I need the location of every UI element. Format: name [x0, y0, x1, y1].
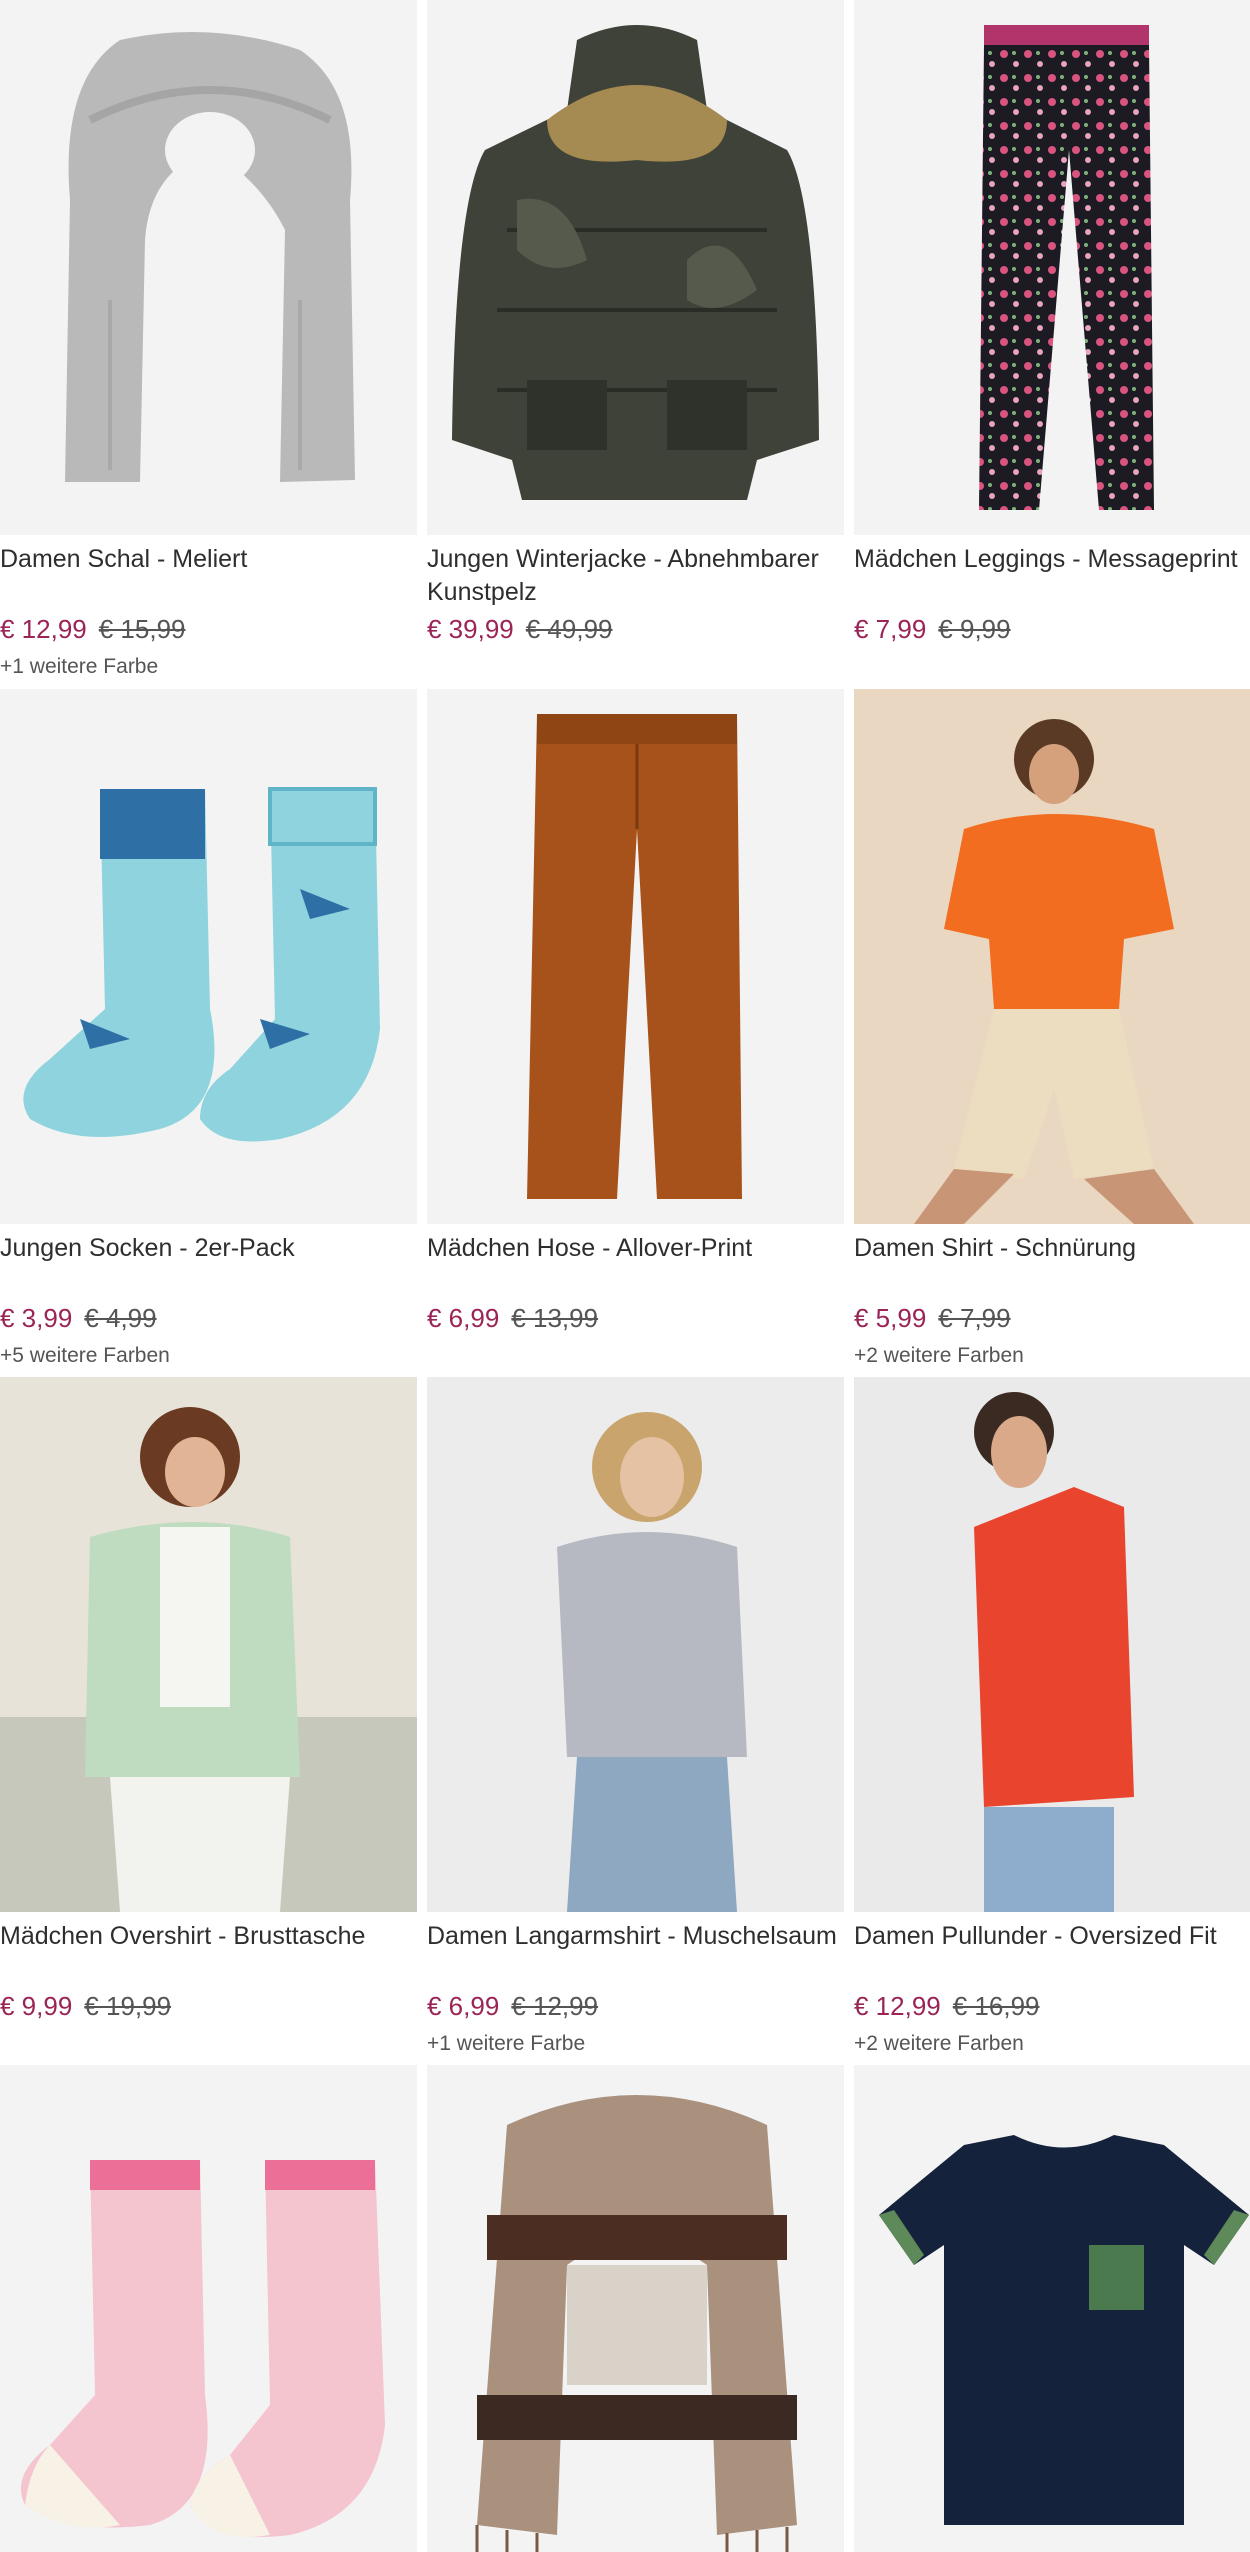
- product-image[interactable]: [427, 1377, 844, 1912]
- old-price: € 13,99: [511, 1303, 599, 1333]
- product-title[interactable]: Damen Schal - Meliert: [0, 543, 417, 576]
- current-price: € 12,99: [0, 614, 87, 644]
- price-block: € 9,99 € 19,99: [0, 1990, 171, 2022]
- trousers-icon: [527, 714, 742, 1199]
- more-colors-label[interactable]: +2 weitere Farben: [854, 1343, 1024, 1369]
- product-title[interactable]: Damen Pullunder - Oversized Fit: [854, 1920, 1250, 1953]
- price-block: € 5,99 € 7,99: [854, 1302, 1011, 1334]
- model-photo-icon: [0, 1377, 417, 1912]
- scarf-icon: [65, 32, 355, 482]
- model-photo-icon: [854, 689, 1250, 1224]
- old-price: € 4,99: [84, 1303, 157, 1333]
- product-title[interactable]: Jungen Socken - 2er-Pack: [0, 1232, 417, 1265]
- product-image[interactable]: [427, 0, 844, 535]
- price-block: € 3,99 € 4,99: [0, 1302, 157, 1334]
- product-title[interactable]: Mädchen Leggings - Messageprint: [854, 543, 1250, 576]
- scarf-icon: [475, 2095, 797, 2552]
- product-image[interactable]: [854, 1377, 1250, 1912]
- product-image[interactable]: [854, 689, 1250, 1224]
- current-price: € 3,99: [0, 1303, 73, 1333]
- product-image[interactable]: [854, 2065, 1250, 2552]
- current-price: € 39,99: [427, 614, 514, 644]
- more-colors-label[interactable]: +1 weitere Farbe: [427, 2031, 585, 2057]
- model-photo-icon: [854, 1377, 1250, 1912]
- product-image[interactable]: [0, 0, 417, 535]
- current-price: € 9,99: [0, 1991, 73, 2021]
- old-price: € 49,99: [525, 614, 613, 644]
- current-price: € 7,99: [854, 614, 927, 644]
- product-image[interactable]: [0, 689, 417, 1224]
- old-price: € 15,99: [98, 614, 186, 644]
- old-price: € 12,99: [511, 1991, 599, 2021]
- current-price: € 6,99: [427, 1303, 500, 1333]
- leggings-icon: [979, 25, 1154, 510]
- product-image[interactable]: [854, 0, 1250, 535]
- product-image[interactable]: [427, 689, 844, 1224]
- more-colors-label[interactable]: +1 weitere Farbe: [0, 654, 158, 680]
- more-colors-label[interactable]: +5 weitere Farben: [0, 1343, 170, 1369]
- socks-icon: [23, 787, 380, 1142]
- current-price: € 12,99: [854, 1991, 941, 2021]
- product-image[interactable]: [0, 2065, 417, 2552]
- price-block: € 6,99 € 13,99: [427, 1302, 598, 1334]
- product-title[interactable]: Damen Shirt - Schnürung: [854, 1232, 1250, 1265]
- jacket-icon: [452, 25, 819, 500]
- more-colors-label[interactable]: +2 weitere Farben: [854, 2031, 1024, 2057]
- old-price: € 16,99: [952, 1991, 1040, 2021]
- product-title[interactable]: Mädchen Hose - Allover-Print: [427, 1232, 844, 1265]
- price-block: € 6,99 € 12,99: [427, 1990, 598, 2022]
- product-image[interactable]: [427, 2065, 844, 2552]
- product-title[interactable]: Jungen Winterjacke - Abnehmbarer Kunstpe…: [427, 543, 844, 609]
- old-price: € 9,99: [938, 614, 1011, 644]
- product-image[interactable]: [0, 1377, 417, 1912]
- price-block: € 7,99 € 9,99: [854, 613, 1011, 645]
- old-price: € 19,99: [84, 1991, 172, 2021]
- tshirt-icon: [879, 2135, 1249, 2525]
- product-title[interactable]: Damen Langarmshirt - Muschelsaum: [427, 1920, 844, 1953]
- socks-icon: [20, 2160, 385, 2537]
- model-photo-icon: [427, 1377, 844, 1912]
- current-price: € 6,99: [427, 1991, 500, 2021]
- old-price: € 7,99: [938, 1303, 1011, 1333]
- current-price: € 5,99: [854, 1303, 927, 1333]
- price-block: € 12,99 € 16,99: [854, 1990, 1040, 2022]
- product-title[interactable]: Mädchen Overshirt - Brusttasche: [0, 1920, 417, 1953]
- price-block: € 39,99 € 49,99: [427, 613, 613, 645]
- price-block: € 12,99 € 15,99: [0, 613, 186, 645]
